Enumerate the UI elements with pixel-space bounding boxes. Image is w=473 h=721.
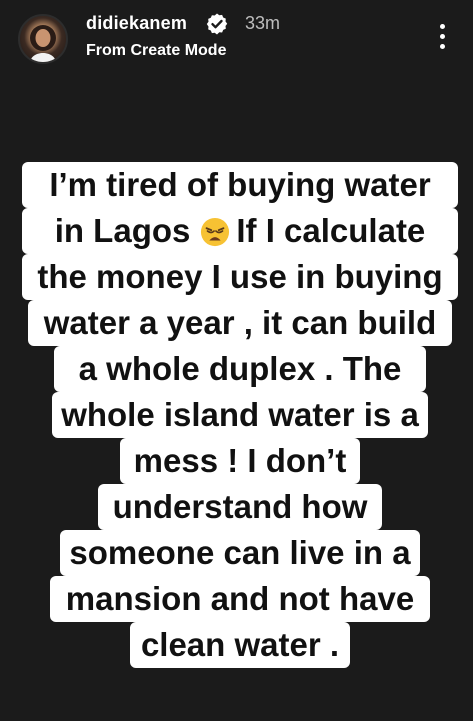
story-line-text: I’m tired of buying water: [49, 166, 431, 203]
story-line: mansion and not have: [50, 576, 430, 622]
story-line: understand how: [98, 484, 382, 530]
story-line: the money I use in buying: [22, 254, 458, 300]
story-line: whole island water is a: [52, 392, 428, 438]
more-vertical-icon[interactable]: [433, 22, 453, 52]
create-mode-label[interactable]: From Create Mode: [86, 42, 226, 60]
story-line: mess ! I don’t: [120, 438, 360, 484]
story-line-text: mansion and not have: [65, 580, 415, 617]
story-line: someone can live in a: [60, 530, 420, 576]
story-line-text: understand how: [112, 488, 368, 525]
story-line-text: If I calculate: [236, 212, 426, 249]
story-line-text: whole island water is a: [61, 396, 419, 433]
story-line-text: a whole duplex . The: [78, 350, 402, 387]
story-line: water a year , it can build: [28, 300, 452, 346]
story-line-text: someone can live in a: [69, 534, 411, 571]
post-time: 33m: [245, 13, 281, 33]
weary-face-emoji: [201, 217, 230, 247]
story-line-text: water a year , it can build: [43, 304, 437, 341]
story-screen[interactable]: didiekanem 33m From Create Mode I’m tire…: [0, 0, 473, 721]
story-line: clean water .: [130, 622, 350, 668]
story-header: didiekanem 33m From Create Mode: [0, 0, 473, 80]
verified-badge-icon: [206, 13, 228, 35]
story-line-text: mess ! I don’t: [133, 442, 347, 479]
story-line-text: in Lagos: [54, 212, 191, 249]
story-line: a whole duplex . The: [54, 346, 426, 392]
profile-avatar[interactable]: [18, 14, 68, 64]
story-line-text: clean water .: [140, 626, 340, 663]
story-line: I’m tired of buying water: [22, 162, 458, 208]
story-line: in Lagos If I calculate: [22, 208, 458, 254]
story-line-text: the money I use in buying: [37, 258, 443, 295]
username[interactable]: didiekanem: [86, 13, 187, 34]
